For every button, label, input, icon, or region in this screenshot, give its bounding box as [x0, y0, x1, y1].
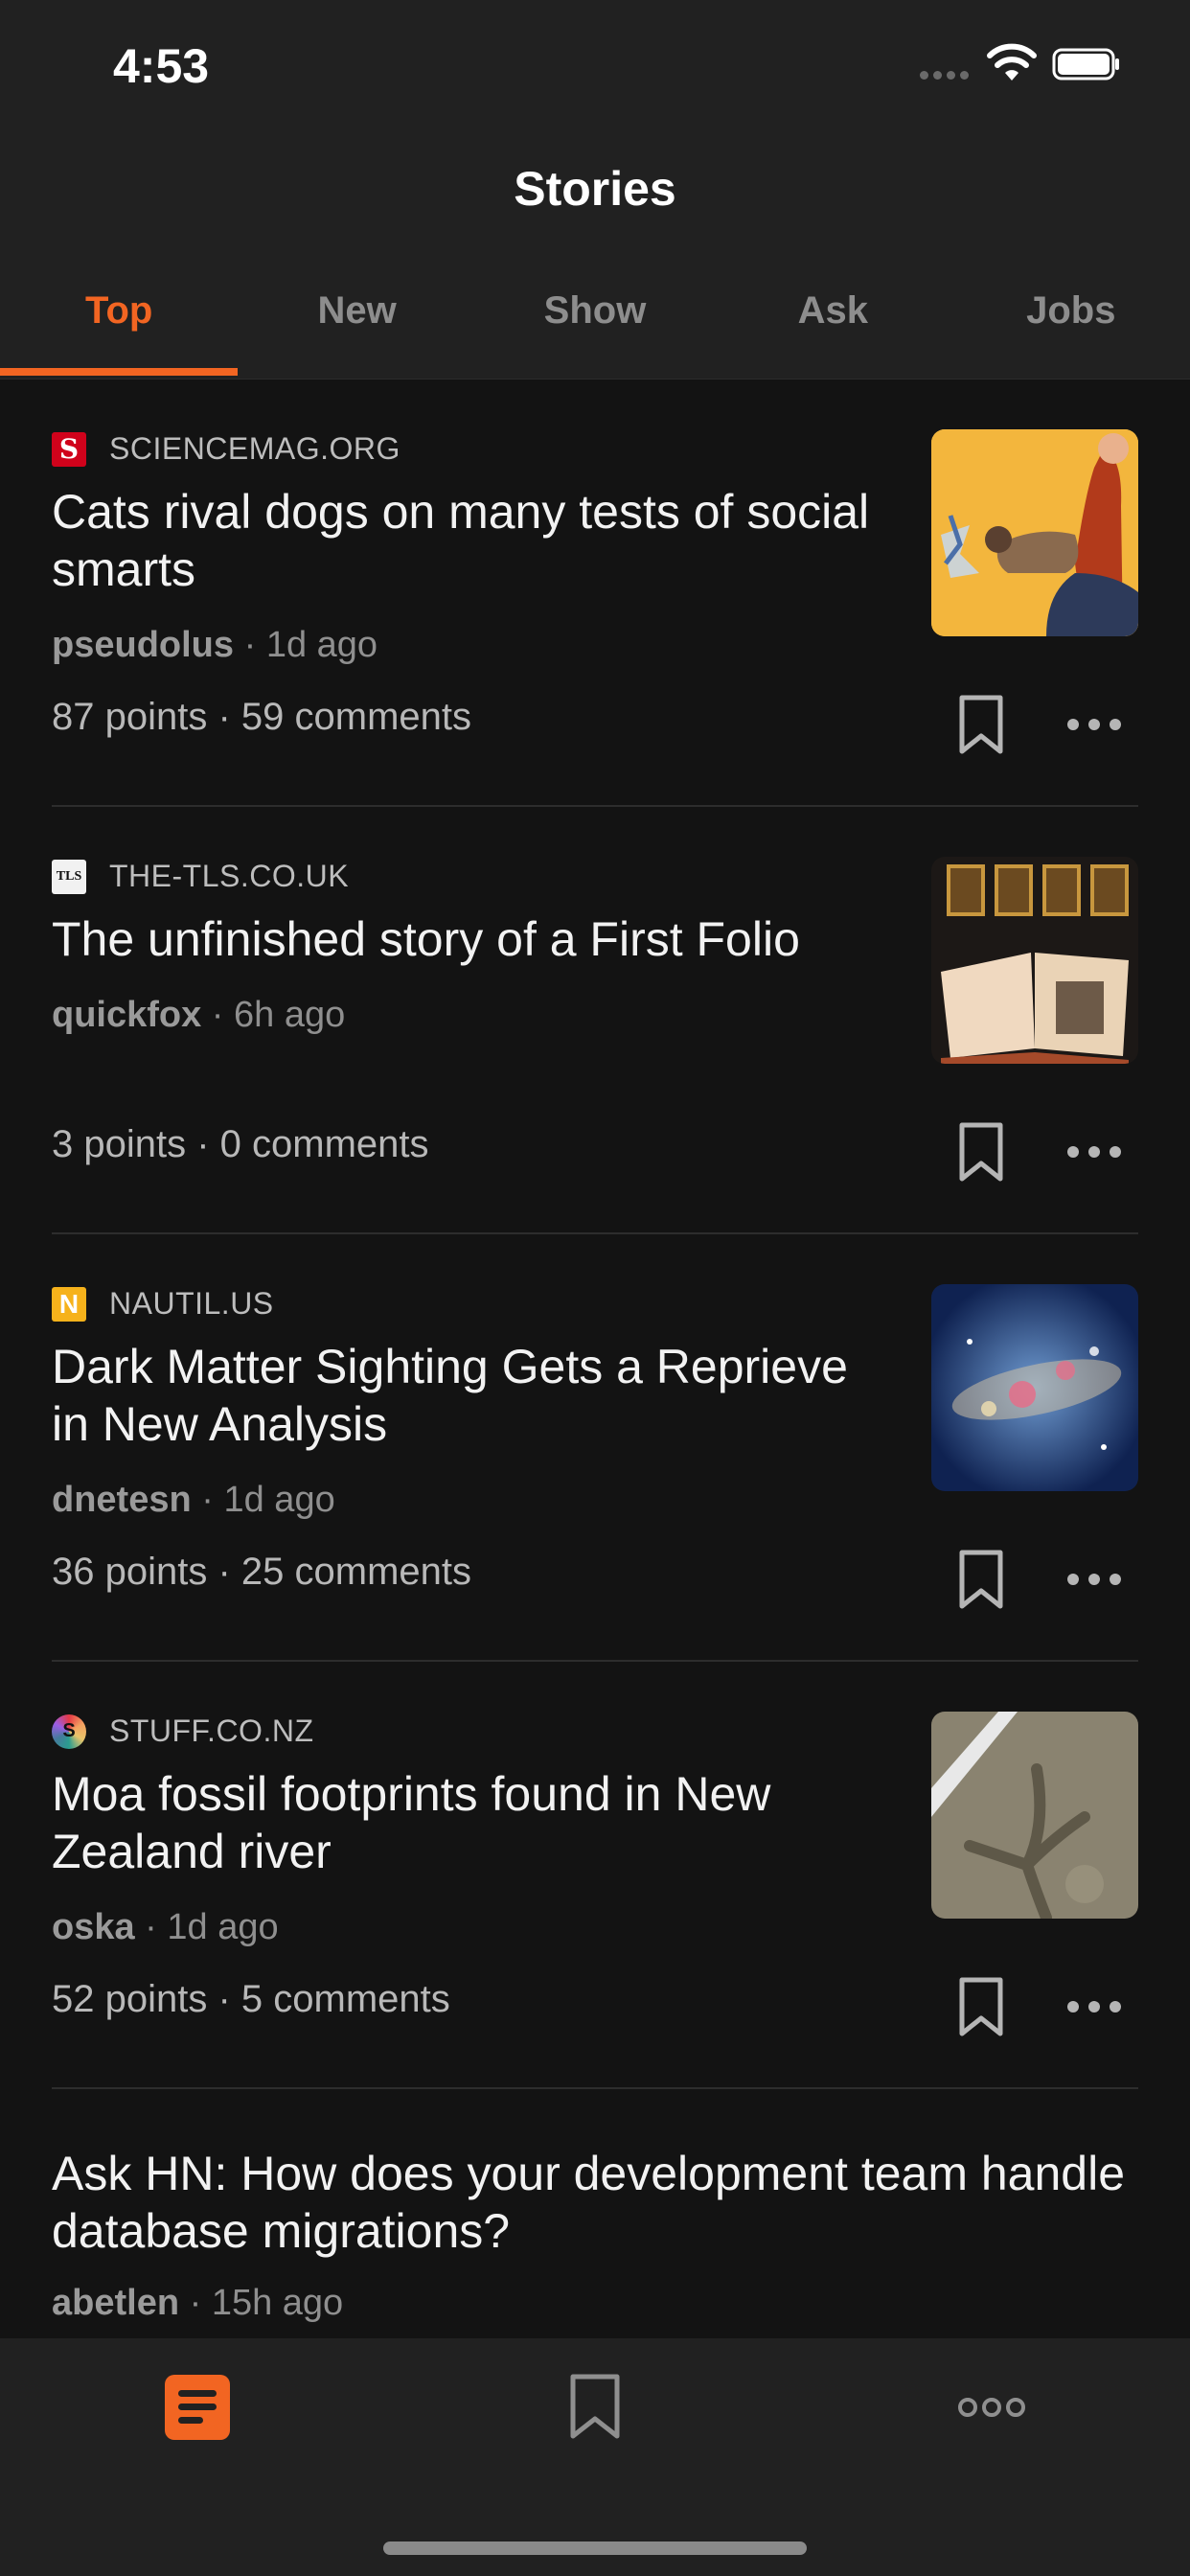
story-source: TLS THE-TLS.CO.UK: [52, 859, 349, 894]
source-name: SCIENCEMAG.ORG: [109, 431, 400, 466]
tab-ask[interactable]: Ask: [714, 280, 951, 380]
stuff-favicon-icon: S: [52, 1714, 86, 1749]
more-options-icon[interactable]: [1067, 710, 1121, 739]
story-meta: pseudolus · 1d ago: [52, 625, 378, 665]
story-meta: abetlen · 15h ago: [52, 2283, 344, 2323]
story-stats[interactable]: 3 points · 0 comments: [52, 1123, 429, 1166]
story-thumbnail[interactable]: [931, 1284, 1138, 1491]
story-title[interactable]: Moa fossil footprints found in New Zeala…: [52, 1765, 895, 1880]
sciencemag-favicon-icon: S: [52, 431, 86, 467]
story-author[interactable]: dnetesn: [52, 1480, 192, 1520]
header: 4:53 Stories Top New Show Ask Jobs: [0, 0, 1190, 380]
story-age: 1d ago: [167, 1907, 279, 1947]
status-time: 4:53: [113, 39, 210, 93]
story-stats[interactable]: 36 points · 25 comments: [52, 1551, 471, 1594]
tab-new[interactable]: New: [238, 280, 475, 380]
story-source: S STUFF.CO.NZ: [52, 1714, 313, 1749]
story-item[interactable]: TLS THE-TLS.CO.UK The unfinished story o…: [52, 807, 1138, 1234]
cellular-signal-icon: [920, 71, 969, 80]
story-stats[interactable]: 52 points · 5 comments: [52, 1978, 450, 2021]
more-options-icon[interactable]: [1067, 1565, 1121, 1594]
active-tab-indicator: [0, 368, 238, 376]
story-stats[interactable]: 87 points · 59 comments: [52, 696, 471, 739]
story-source: S SCIENCEMAG.ORG: [52, 431, 400, 467]
story-author[interactable]: pseudolus: [52, 625, 234, 665]
story-thumbnail[interactable]: [931, 1712, 1138, 1919]
nautilus-favicon-icon: N: [52, 1286, 86, 1322]
story-age: 6h ago: [234, 995, 346, 1035]
page-title: Stories: [514, 162, 676, 216]
story-item[interactable]: S STUFF.CO.NZ Moa fossil footprints foun…: [52, 1662, 1138, 2089]
bookmark-icon[interactable]: [952, 1121, 1010, 1183]
story-list: S SCIENCEMAG.ORG Cats rival dogs on many…: [0, 380, 1190, 2517]
story-title[interactable]: The unfinished story of a First Folio: [52, 910, 895, 968]
more-icon[interactable]: [958, 2398, 1025, 2419]
bookmark-icon[interactable]: [567, 2373, 623, 2440]
home-indicator[interactable]: [383, 2542, 807, 2555]
story-thumbnail[interactable]: [931, 857, 1138, 1064]
stories-icon[interactable]: [165, 2375, 230, 2440]
source-name: THE-TLS.CO.UK: [109, 859, 350, 893]
story-age: 1d ago: [265, 625, 378, 665]
story-item[interactable]: N NAUTIL.US Dark Matter Sighting Gets a …: [52, 1234, 1138, 1662]
story-source: N NAUTIL.US: [52, 1286, 274, 1322]
wifi-icon: [987, 43, 1037, 80]
story-meta: oska · 1d ago: [52, 1907, 279, 1947]
story-age: 1d ago: [223, 1480, 335, 1520]
tab-top[interactable]: Top: [0, 280, 238, 380]
story-meta: dnetesn · 1d ago: [52, 1480, 335, 1520]
bottom-tab-bar: [0, 2338, 1190, 2576]
story-author[interactable]: oska: [52, 1907, 135, 1947]
story-item[interactable]: S SCIENCEMAG.ORG Cats rival dogs on many…: [52, 380, 1138, 807]
tls-favicon-icon: TLS: [52, 859, 86, 894]
story-meta: quickfox · 6h ago: [52, 995, 346, 1035]
story-author[interactable]: abetlen: [52, 2283, 179, 2323]
tab-jobs[interactable]: Jobs: [952, 280, 1190, 380]
more-options-icon[interactable]: [1067, 1138, 1121, 1166]
more-options-icon[interactable]: [1067, 1992, 1121, 2021]
tab-show[interactable]: Show: [476, 280, 714, 380]
battery-icon: [1052, 48, 1119, 80]
story-title[interactable]: Dark Matter Sighting Gets a Reprieve in …: [52, 1338, 895, 1453]
story-age: 15h ago: [211, 2283, 344, 2323]
story-title[interactable]: Ask HN: How does your development team h…: [52, 2145, 1138, 2260]
tab-strip: Top New Show Ask Jobs: [0, 280, 1190, 380]
source-name: NAUTIL.US: [109, 1286, 274, 1321]
bookmark-icon[interactable]: [952, 694, 1010, 755]
story-thumbnail[interactable]: [931, 429, 1138, 636]
story-title[interactable]: Cats rival dogs on many tests of social …: [52, 483, 895, 598]
bookmark-icon[interactable]: [952, 1549, 1010, 1610]
story-author[interactable]: quickfox: [52, 995, 201, 1035]
source-name: STUFF.CO.NZ: [109, 1714, 314, 1748]
bookmark-icon[interactable]: [952, 1976, 1010, 2037]
